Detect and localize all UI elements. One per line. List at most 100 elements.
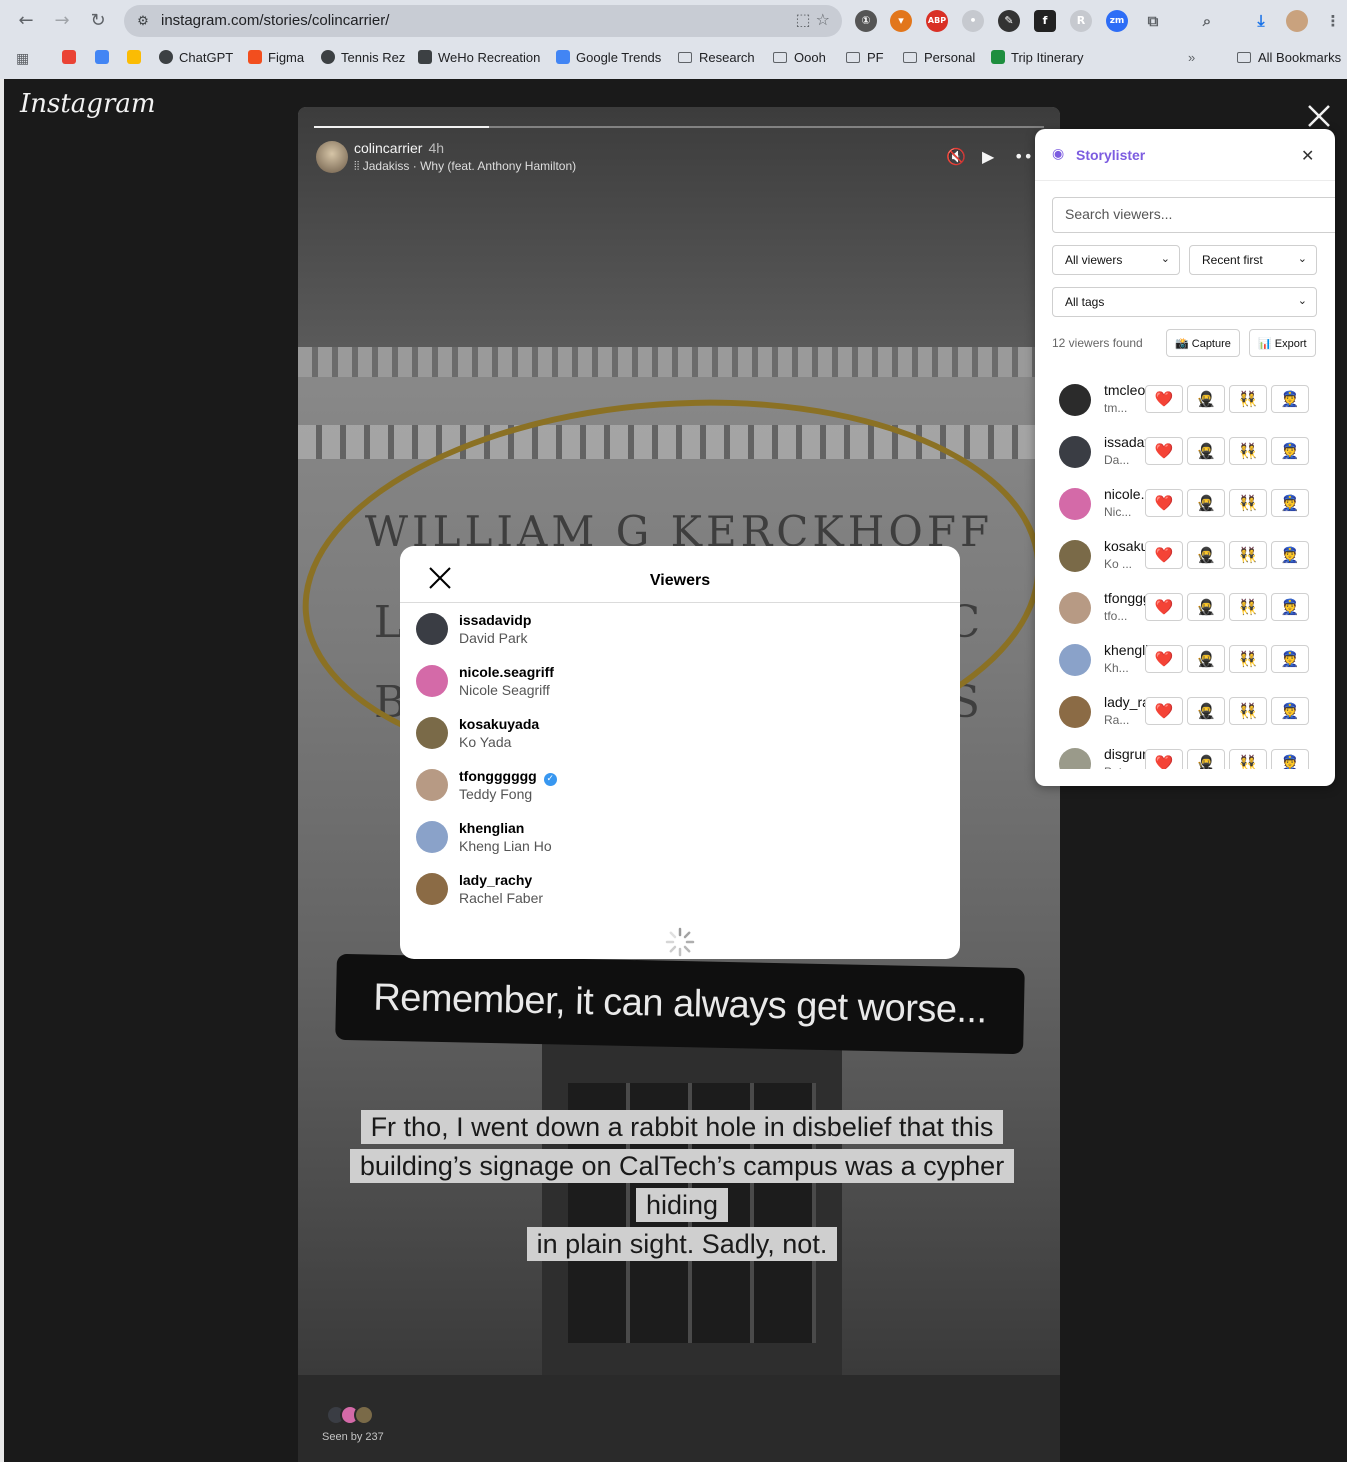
storylister-row[interactable]: tmcleod tm... ❤️ 🥷 👯 👮: [1035, 377, 1335, 429]
row-username[interactable]: nicole.seagriff: [1104, 486, 1149, 502]
site-info-icon[interactable]: ⚙: [134, 12, 152, 30]
heart-tag-button[interactable]: ❤️: [1145, 645, 1183, 673]
viewer-row[interactable]: nicole.seagriff Nicole Seagriff: [416, 656, 936, 708]
dancers-tag-button[interactable]: 👯: [1229, 385, 1267, 413]
bookmark-gmail[interactable]: [62, 50, 82, 65]
export-button[interactable]: 📊 Export: [1249, 329, 1316, 357]
row-username[interactable]: lady_rachy: [1104, 694, 1149, 710]
storylister-row[interactable]: issadavidp Da... ❤️🥷👯👮: [1035, 429, 1335, 481]
storylister-ext-icon[interactable]: ✎: [998, 10, 1020, 32]
viewer-username[interactable]: tfongggggg: [459, 768, 537, 784]
seen-by-count[interactable]: Seen by 237: [322, 1431, 384, 1443]
bookmark-chatgpt[interactable]: ChatGPT: [159, 50, 233, 65]
viewer-username[interactable]: issadavidp: [459, 612, 531, 628]
dancers-tag-button[interactable]: 👯: [1229, 541, 1267, 569]
apps-grid-icon[interactable]: ▦: [16, 50, 29, 67]
viewer-row[interactable]: issadavidp David Park: [416, 604, 936, 656]
officer-tag-button[interactable]: 👮: [1271, 385, 1309, 413]
avatar[interactable]: [1059, 592, 1091, 624]
officer-tag-button[interactable]: 👮: [1271, 697, 1309, 725]
avatar[interactable]: [416, 769, 448, 801]
seen-avatar[interactable]: [354, 1405, 374, 1425]
viewer-username[interactable]: kosakuyada: [459, 716, 539, 732]
row-username[interactable]: khenglian: [1104, 642, 1149, 658]
row-username[interactable]: issadavidp: [1104, 434, 1149, 450]
close-panel-icon[interactable]: ✕: [1301, 146, 1314, 165]
officer-tag-button[interactable]: 👮: [1271, 749, 1309, 769]
avatar[interactable]: [416, 821, 448, 853]
viewer-username[interactable]: nicole.seagriff: [459, 664, 554, 680]
heart-tag-button[interactable]: ❤️: [1145, 489, 1183, 517]
dancers-tag-button[interactable]: 👯: [1229, 593, 1267, 621]
ninja-tag-button[interactable]: 🥷: [1187, 749, 1225, 769]
viewer-row[interactable]: khenglian Kheng Lian Ho: [416, 812, 936, 864]
avatar[interactable]: [1059, 644, 1091, 676]
story-author-avatar[interactable]: [316, 141, 348, 173]
officer-tag-button[interactable]: 👮: [1271, 437, 1309, 465]
adblock-icon[interactable]: ABP: [926, 10, 948, 32]
viewer-filter-select[interactable]: All viewers ⌄: [1052, 245, 1180, 275]
forward-icon[interactable]: →: [50, 9, 74, 33]
viewer-row[interactable]: kosakuyada Ko Yada: [416, 708, 936, 760]
1password-icon[interactable]: ①: [855, 10, 877, 32]
viewer-username[interactable]: lady_rachy: [459, 872, 532, 888]
officer-tag-button[interactable]: 👮: [1271, 645, 1309, 673]
viewer-row[interactable]: lady_rachy Rachel Faber: [416, 864, 936, 916]
tags-filter-select[interactable]: All tags ⌄: [1052, 287, 1317, 317]
mute-icon[interactable]: 🔇: [946, 147, 966, 166]
avatar[interactable]: [1059, 436, 1091, 468]
heart-tag-button[interactable]: ❤️: [1145, 385, 1183, 413]
row-username[interactable]: tfongggggg: [1104, 590, 1149, 606]
zoom-ext-icon[interactable]: zm: [1106, 10, 1128, 32]
back-icon[interactable]: ←: [14, 9, 38, 33]
bookmark-drive[interactable]: [127, 50, 147, 65]
row-username[interactable]: disgruntled: [1104, 746, 1149, 762]
metamask-icon[interactable]: ▾: [890, 10, 912, 32]
reload-icon[interactable]: ↻: [86, 9, 110, 33]
bookmark-figma[interactable]: Figma: [248, 50, 304, 65]
dancers-tag-button[interactable]: 👯: [1229, 749, 1267, 769]
sort-select[interactable]: Recent first ⌄: [1189, 245, 1317, 275]
officer-tag-button[interactable]: 👮: [1271, 489, 1309, 517]
bookmark-weho[interactable]: WeHo Recreation: [418, 50, 540, 65]
avatar[interactable]: [1059, 696, 1091, 728]
ninja-tag-button[interactable]: 🥷: [1187, 385, 1225, 413]
storylister-row[interactable]: disgruntled Pet ❤️🥷👯👮: [1035, 741, 1335, 769]
capture-button[interactable]: 📸 Capture: [1166, 329, 1240, 357]
storylister-row[interactable]: khenglian Kh... ❤️🥷👯👮: [1035, 637, 1335, 689]
viewer-username-wrap[interactable]: tfongggggg ✓: [459, 768, 557, 786]
row-username[interactable]: kosakuyada: [1104, 538, 1149, 554]
bookmark-google-trends[interactable]: Google Trends: [556, 50, 661, 65]
ninja-tag-button[interactable]: 🥷: [1187, 489, 1225, 517]
dancers-tag-button[interactable]: 👯: [1229, 489, 1267, 517]
storylister-row[interactable]: tfongggggg tfo... ❤️🥷👯👮: [1035, 585, 1335, 637]
bookmark-folder-research[interactable]: Research: [678, 50, 755, 65]
profile-avatar[interactable]: [1286, 10, 1308, 32]
avatar[interactable]: [416, 665, 448, 697]
storylister-row[interactable]: lady_rachy Ra... ❤️🥷👯👮: [1035, 689, 1335, 741]
bookmark-folder-oooh[interactable]: Oooh: [773, 50, 826, 65]
url-text[interactable]: instagram.com/stories/colincarrier/: [161, 12, 389, 29]
downloads-icon[interactable]: ⤓: [1250, 10, 1272, 32]
bookmark-tennis-rez[interactable]: Tennis Rez: [321, 50, 405, 65]
story-username[interactable]: colincarrier: [354, 140, 422, 156]
bookmarks-overflow-icon[interactable]: »: [1188, 50, 1195, 65]
search-viewers-input[interactable]: Search viewers...: [1052, 197, 1335, 233]
heart-tag-button[interactable]: ❤️: [1145, 541, 1183, 569]
ninja-tag-button[interactable]: 🥷: [1187, 645, 1225, 673]
bookmark-calendar[interactable]: [95, 50, 115, 65]
heart-tag-button[interactable]: ❤️: [1145, 437, 1183, 465]
storylister-row[interactable]: nicole.seagriff Nic... ❤️🥷👯👮: [1035, 481, 1335, 533]
ext-r-icon[interactable]: R: [1070, 10, 1092, 32]
heart-tag-button[interactable]: ❤️: [1145, 593, 1183, 621]
play-icon[interactable]: ▶: [982, 147, 994, 166]
storylister-row[interactable]: kosakuyada Ko ... ❤️🥷👯👮: [1035, 533, 1335, 585]
avatar[interactable]: [1059, 488, 1091, 520]
dancers-tag-button[interactable]: 👯: [1229, 697, 1267, 725]
menu-kebab-icon[interactable]: ⋮: [1322, 10, 1344, 32]
officer-tag-button[interactable]: 👮: [1271, 593, 1309, 621]
close-story-icon[interactable]: [1306, 103, 1332, 129]
fx-ext-icon[interactable]: f: [1034, 10, 1056, 32]
bookmark-trip-itinerary[interactable]: Trip Itinerary: [991, 50, 1083, 65]
viewer-username[interactable]: khenglian: [459, 820, 524, 836]
